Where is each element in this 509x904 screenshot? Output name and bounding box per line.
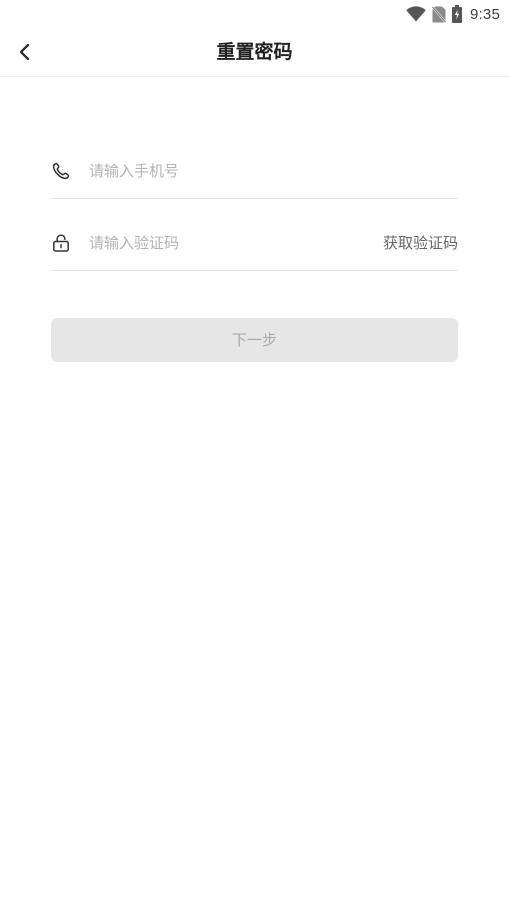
next-button[interactable]: 下一步 bbox=[51, 318, 458, 362]
chevron-left-icon bbox=[19, 43, 30, 61]
wifi-icon bbox=[406, 6, 426, 22]
back-button[interactable] bbox=[10, 37, 40, 67]
page-title: 重置密码 bbox=[216, 41, 293, 63]
code-field-row: 获取验证码 bbox=[51, 208, 458, 271]
reset-password-form: 获取验证码 bbox=[51, 136, 458, 271]
nav-bar: 重置密码 bbox=[0, 28, 509, 77]
no-sim-icon bbox=[432, 5, 446, 23]
code-input[interactable] bbox=[89, 230, 359, 256]
battery-charging-icon bbox=[452, 5, 462, 23]
phone-input[interactable] bbox=[89, 158, 359, 184]
phone-icon bbox=[52, 162, 70, 180]
status-time: 9:35 bbox=[470, 5, 500, 23]
phone-field-row bbox=[51, 136, 458, 199]
status-icons: 9:35 bbox=[406, 4, 500, 24]
lock-icon bbox=[53, 234, 69, 252]
status-bar: 9:35 bbox=[0, 0, 509, 28]
get-code-button[interactable]: 获取验证码 bbox=[383, 230, 458, 256]
